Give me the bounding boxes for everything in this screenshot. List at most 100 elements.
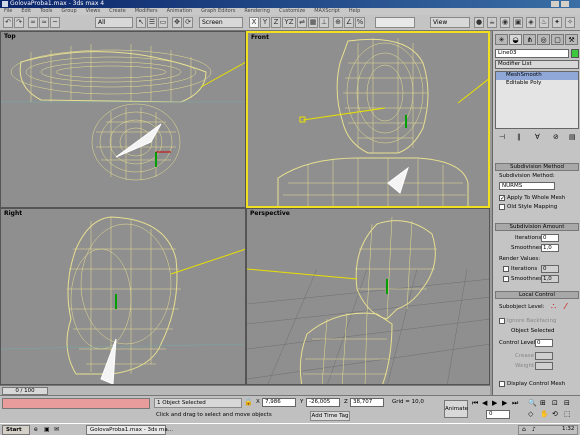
menu-item-views[interactable]: Views [86,8,100,14]
redo-icon[interactable]: ↷ [14,17,24,28]
menu-item-help[interactable]: Help [349,8,360,14]
viewport-top[interactable]: Top [0,31,246,208]
zoom-extents-all-icon[interactable]: ⊟ [564,399,570,407]
angle-snap-icon[interactable]: ∠ [344,17,354,28]
lock-selection-icon[interactable]: 🔒 [244,398,253,406]
menu-item-modifiers[interactable]: Modifiers [135,8,158,14]
pin-stack-icon[interactable]: ⊣ [499,133,505,141]
next-frame-icon[interactable]: ▶ [502,399,507,407]
viewport-perspective[interactable]: Perspective [246,208,490,385]
percent-snap-icon[interactable]: % [355,17,365,28]
stack-item-editable-poly[interactable]: Editable Poly [496,80,578,88]
viewport-label-top[interactable]: Top [4,33,16,40]
menu-item-rendering[interactable]: Rendering [244,8,270,14]
object-name-field[interactable]: Line03 [495,49,569,58]
select-icon[interactable]: ↖ [136,17,146,28]
render-last-icon[interactable]: ◈ [526,17,536,28]
quicklaunch-outlook-icon[interactable]: ✉ [54,426,59,433]
apply-whole-mesh-checkbox[interactable]: ✓ [499,195,505,202]
make-unique-icon[interactable]: ∀ [535,133,540,141]
move-icon[interactable]: ✥ [172,17,182,28]
zoom-all-icon[interactable]: ⊞ [540,399,546,407]
render-scene-icon[interactable]: ☕ [487,17,497,28]
play-icon[interactable]: ▶ [492,399,497,407]
modify-tab-icon[interactable]: ◒ [509,34,522,45]
maximize-viewport-icon[interactable]: ⬚ [564,410,571,418]
vertex-level-icon[interactable]: ∴ [551,302,556,311]
goto-end-icon[interactable]: ⏭ [512,399,518,408]
control-level-spinner[interactable]: 0 [535,339,553,347]
array-icon[interactable]: ▦ [308,17,318,28]
stack-item-meshsmooth[interactable]: MeshSmooth [496,72,578,80]
menu-item-graph-editors[interactable]: Graph Editors [201,8,235,14]
fov-icon[interactable]: ◇ [528,410,533,418]
viewport-label-front[interactable]: Front [251,34,269,41]
axis-x-button[interactable]: X [249,17,259,28]
maxscript-listener[interactable] [2,398,150,409]
quicklaunch-desktop-icon[interactable]: ▣ [44,426,50,433]
undo-icon[interactable]: ↶ [3,17,13,28]
ignore-backfacing-checkbox[interactable] [499,318,505,324]
utilities-tab-icon[interactable]: ⚒ [565,34,578,45]
tray-network-icon[interactable]: ⌂ [522,426,526,433]
render-iterations-checkbox[interactable] [503,266,509,272]
axis-y-button[interactable]: Y [260,17,270,28]
menu-item-edit[interactable]: Edit [21,8,31,14]
axis-z-button[interactable]: Z [271,17,281,28]
menu-item-maxscript[interactable]: MAXScript [314,8,340,14]
quicklaunch-ie-icon[interactable]: e [34,426,38,433]
subdivision-amount-rollout[interactable]: Subdivision Amount [495,223,579,231]
arc-rotate-icon[interactable]: ⟲ [552,410,558,418]
weight-spinner[interactable] [535,362,553,370]
menu-item-customize[interactable]: Customize [279,8,305,14]
subdivision-method-rollout[interactable]: Subdivision Method [495,163,579,171]
select-by-name-icon[interactable]: ☰ [147,17,157,28]
display-tab-icon[interactable]: ▢ [551,34,564,45]
snap-icon[interactable]: ⊕ [333,17,343,28]
zoom-extents-icon[interactable]: ⊡ [552,399,558,407]
viewport-label-perspective[interactable]: Perspective [250,210,290,217]
quick-render-icon[interactable]: ◉ [500,17,510,28]
z-coord-field[interactable]: 38,707 [350,398,384,407]
menu-item-animation[interactable]: Animation [167,8,193,14]
link-icon[interactable]: ∞ [28,17,38,28]
named-selection-field[interactable] [375,17,415,28]
motion-tab-icon[interactable]: ◎ [537,34,550,45]
material-editor-icon[interactable]: ● [474,17,484,28]
display-control-mesh-checkbox[interactable] [499,381,505,387]
goto-start-icon[interactable]: ⏮ [472,399,478,408]
viewport-front[interactable]: Front [246,31,490,208]
current-frame-field[interactable]: 0 [486,410,510,419]
render-iterations-spinner[interactable]: 0 [541,265,559,273]
rotate-icon[interactable]: ⟳ [183,17,193,28]
prev-frame-icon[interactable]: ◀ [482,399,487,407]
view-dropdown[interactable]: View [430,17,470,28]
align-icon[interactable]: ⊥ [319,17,329,28]
mirror-icon[interactable]: ⇌ [297,17,307,28]
add-time-tag-button[interactable]: Add Time Tag [310,411,350,421]
minimize-button[interactable] [551,1,559,7]
render-type-icon[interactable]: ▣ [513,17,523,28]
y-coord-field[interactable]: -26,005 [306,398,340,407]
subdivision-method-dropdown[interactable]: NURMS [499,182,555,190]
menu-item-group[interactable]: Group [61,8,76,14]
old-style-mapping-checkbox[interactable] [499,204,505,210]
x-coord-field[interactable]: 7,986 [262,398,296,407]
close-button[interactable] [561,1,569,7]
object-color-swatch[interactable] [571,49,579,58]
time-slider-thumb[interactable]: 0 / 100 [2,387,48,395]
iterations-spinner[interactable]: 0 [541,234,559,242]
unlink-icon[interactable]: ≈ [39,17,49,28]
crease-spinner[interactable] [535,352,553,360]
effects-icon[interactable]: ✧ [565,17,575,28]
configure-sets-icon[interactable]: ▤ [569,133,576,141]
remove-modifier-icon[interactable]: ⊘ [553,133,559,141]
menu-item-create[interactable]: Create [109,8,126,14]
environment-icon[interactable]: ✦ [552,17,562,28]
modifier-list-dropdown[interactable]: Modifier List [495,60,579,69]
bind-space-warp-icon[interactable]: ~ [50,17,60,28]
pan-icon[interactable]: ✋ [540,410,549,418]
region-select-icon[interactable]: ▭ [158,17,168,28]
zoom-icon[interactable]: 🔍 [528,399,537,407]
menu-item-tools[interactable]: Tools [40,8,52,14]
